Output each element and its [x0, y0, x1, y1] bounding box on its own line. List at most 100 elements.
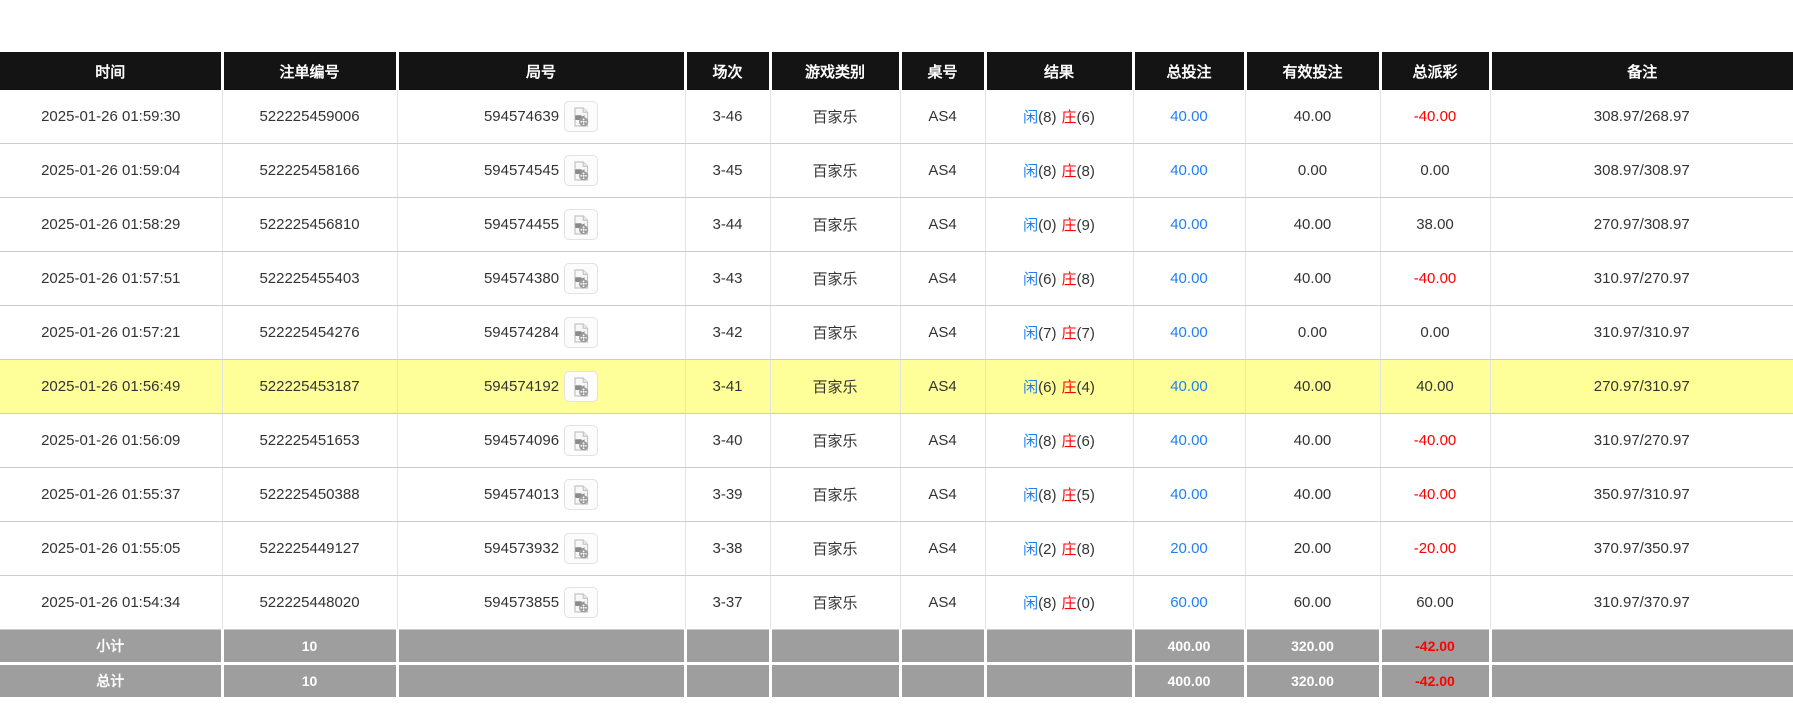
- banker-result-label: 庄: [1062, 379, 1077, 396]
- cell-round-number: 594574013: [397, 468, 685, 522]
- cell-total-bet: 40.00: [1133, 144, 1245, 198]
- cell-round-number: 594574096: [397, 414, 685, 468]
- cell-time: 2025-01-26 01:55:05: [0, 522, 222, 576]
- col-header-total-bet: 总投注: [1133, 52, 1245, 90]
- cell-bet-number: 522225450388: [222, 468, 397, 522]
- table-row[interactable]: 2025-01-26 01:56:09 522225451653 5945740…: [0, 414, 1793, 468]
- video-replay-button[interactable]: [564, 101, 598, 132]
- subtotal-empty-cell: [1490, 630, 1793, 664]
- cell-bet-number: 522225453187: [222, 360, 397, 414]
- cell-session: 3-39: [685, 468, 770, 522]
- table-row[interactable]: 2025-01-26 01:58:29 522225456810 5945744…: [0, 198, 1793, 252]
- cell-round-number: 594573855: [397, 576, 685, 630]
- cell-result: 闲(8)庄(6): [985, 90, 1133, 144]
- cell-game-type: 百家乐: [770, 306, 900, 360]
- cell-total-bet: 40.00: [1133, 198, 1245, 252]
- cell-game-type: 百家乐: [770, 414, 900, 468]
- cell-payout: 0.00: [1380, 144, 1490, 198]
- cell-time: 2025-01-26 01:59:04: [0, 144, 222, 198]
- col-header-round-number: 局号: [397, 52, 685, 90]
- betting-records-page: 时间 注单编号 局号 场次 游戏类别 桌号 结果 总投注 有效投注 总派彩 备注…: [0, 0, 1793, 717]
- table-row[interactable]: 2025-01-26 01:54:34 522225448020 5945738…: [0, 576, 1793, 630]
- cell-result: 闲(6)庄(8): [985, 252, 1133, 306]
- video-replay-button[interactable]: [564, 371, 598, 402]
- banker-result-label: 庄: [1062, 325, 1077, 342]
- video-replay-button[interactable]: [564, 587, 598, 618]
- player-result-score: (8): [1038, 163, 1056, 180]
- cell-result: 闲(0)庄(9): [985, 198, 1133, 252]
- cell-session: 3-40: [685, 414, 770, 468]
- table-row[interactable]: 2025-01-26 01:55:37 522225450388 5945740…: [0, 468, 1793, 522]
- table-row[interactable]: 2025-01-26 01:56:49 522225453187 5945741…: [0, 360, 1793, 414]
- cell-result: 闲(7)庄(7): [985, 306, 1133, 360]
- video-replay-button[interactable]: [564, 425, 598, 456]
- banker-result-score: (6): [1077, 109, 1095, 126]
- video-replay-icon: [570, 214, 592, 236]
- banker-result-label: 庄: [1062, 163, 1077, 180]
- table-row[interactable]: 2025-01-26 01:55:05 522225449127 5945739…: [0, 522, 1793, 576]
- cell-remark: 270.97/310.97: [1490, 360, 1793, 414]
- cell-total-bet: 40.00: [1133, 468, 1245, 522]
- cell-payout: -40.00: [1380, 414, 1490, 468]
- cell-time: 2025-01-26 01:56:49: [0, 360, 222, 414]
- subtotal-valid-bet: 320.00: [1245, 630, 1380, 664]
- banker-result-label: 庄: [1062, 217, 1077, 234]
- header-row: 时间 注单编号 局号 场次 游戏类别 桌号 结果 总投注 有效投注 总派彩 备注: [0, 52, 1793, 90]
- cell-table-number: AS4: [900, 144, 985, 198]
- cell-remark: 310.97/370.97: [1490, 576, 1793, 630]
- player-result-label: 闲: [1023, 379, 1038, 396]
- cell-total-bet: 40.00: [1133, 252, 1245, 306]
- video-replay-button[interactable]: [564, 317, 598, 348]
- player-result-label: 闲: [1023, 325, 1038, 342]
- table-row[interactable]: 2025-01-26 01:57:51 522225455403 5945743…: [0, 252, 1793, 306]
- round-number: 594574455: [484, 216, 559, 233]
- col-header-game-type: 游戏类别: [770, 52, 900, 90]
- table-row[interactable]: 2025-01-26 01:57:21 522225454276 5945742…: [0, 306, 1793, 360]
- cell-remark: 370.97/350.97: [1490, 522, 1793, 576]
- banker-result-score: (7): [1077, 325, 1095, 342]
- cell-total-bet: 40.00: [1133, 414, 1245, 468]
- cell-bet-number: 522225459006: [222, 90, 397, 144]
- cell-total-bet: 40.00: [1133, 90, 1245, 144]
- cell-bet-number: 522225455403: [222, 252, 397, 306]
- subtotal-row: 小计 10 400.00 320.00 -42.00: [0, 630, 1793, 664]
- total-row: 总计 10 400.00 320.00 -42.00: [0, 664, 1793, 698]
- video-replay-icon: [570, 592, 592, 614]
- video-replay-icon: [570, 430, 592, 452]
- cell-round-number: 594574192: [397, 360, 685, 414]
- col-header-bet-number: 注单编号: [222, 52, 397, 90]
- video-replay-button[interactable]: [564, 209, 598, 240]
- round-number: 594574013: [484, 486, 559, 503]
- player-result-label: 闲: [1023, 487, 1038, 504]
- video-replay-icon: [570, 160, 592, 182]
- round-number: 594574284: [484, 324, 559, 341]
- subtotal-empty-cell: [985, 630, 1133, 664]
- total-count: 10: [222, 664, 397, 698]
- cell-session: 3-45: [685, 144, 770, 198]
- video-replay-button[interactable]: [564, 263, 598, 294]
- video-replay-button[interactable]: [564, 479, 598, 510]
- table-row[interactable]: 2025-01-26 01:59:04 522225458166 5945745…: [0, 144, 1793, 198]
- banker-result-label: 庄: [1062, 433, 1077, 450]
- banker-result-score: (0): [1077, 595, 1095, 612]
- video-replay-button[interactable]: [564, 155, 598, 186]
- video-replay-button[interactable]: [564, 533, 598, 564]
- cell-table-number: AS4: [900, 90, 985, 144]
- player-result-label: 闲: [1023, 163, 1038, 180]
- table-footer: 小计 10 400.00 320.00 -42.00 总计 10: [0, 630, 1793, 698]
- table-row[interactable]: 2025-01-26 01:59:30 522225459006 5945746…: [0, 90, 1793, 144]
- banker-result-label: 庄: [1062, 109, 1077, 126]
- betting-records-table: 时间 注单编号 局号 场次 游戏类别 桌号 结果 总投注 有效投注 总派彩 备注…: [0, 52, 1793, 697]
- subtotal-empty-cell: [900, 630, 985, 664]
- cell-session: 3-42: [685, 306, 770, 360]
- video-replay-icon: [570, 268, 592, 290]
- total-total-bet: 400.00: [1133, 664, 1245, 698]
- table-header: 时间 注单编号 局号 场次 游戏类别 桌号 结果 总投注 有效投注 总派彩 备注: [0, 52, 1793, 90]
- cell-remark: 308.97/308.97: [1490, 144, 1793, 198]
- cell-total-bet: 60.00: [1133, 576, 1245, 630]
- cell-table-number: AS4: [900, 576, 985, 630]
- cell-remark: 350.97/310.97: [1490, 468, 1793, 522]
- cell-session: 3-43: [685, 252, 770, 306]
- cell-game-type: 百家乐: [770, 522, 900, 576]
- total-empty-cell: [685, 664, 770, 698]
